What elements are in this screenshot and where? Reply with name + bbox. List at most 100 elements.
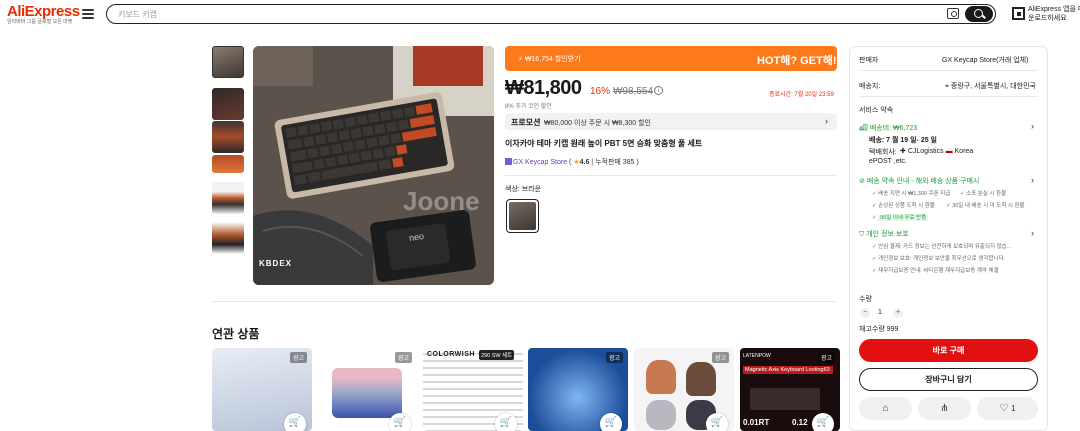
color-label: 색상: 브라운 (505, 186, 542, 193)
add-to-cart-icon[interactable]: 🛒 (706, 413, 728, 431)
image-watermark: Joone (403, 186, 480, 216)
promise-item-3: ✓ 손상된 상품 도착 시 환불 (872, 203, 935, 209)
check-shield-icon: ⊘ (859, 178, 867, 185)
quantity-increase-button[interactable]: + (893, 308, 903, 318)
card-badge: 290 SW 세트 (479, 350, 515, 360)
coupon-amount: ₩16,754 할인받기 (524, 56, 581, 63)
ship-to-label: 배송지: (859, 83, 881, 90)
app-download-link[interactable]: AliExpress 앱을 다 운로드하세요 (1028, 5, 1080, 23)
store-button[interactable]: ⌂ (859, 397, 912, 420)
hot-deal-text: HOT해? GET해! (757, 55, 837, 67)
ad-badge: 광고 (817, 352, 835, 363)
privacy-item-2: ✓ 개인정보 보호: 개인정보 보안을 최우선으로 생각합니다. (872, 256, 1006, 262)
thumbnail-1[interactable] (212, 46, 244, 78)
store-rating: 4.6 (579, 159, 590, 166)
store-info: GX Keycap Store ( ★4.6 | 누적판매 385 ) (505, 157, 639, 167)
privacy-protection[interactable]: ⛉ 개인 정보 보호 (859, 229, 909, 239)
share-button[interactable]: ⋔ (918, 397, 971, 420)
image-search-icon[interactable] (947, 8, 959, 19)
wishlist-count: 1 (1011, 404, 1016, 413)
courier-country: Korea (954, 148, 974, 155)
hamburger-menu-icon[interactable] (82, 9, 94, 19)
divider (505, 175, 837, 176)
seller-name[interactable]: GX Keycap Store(거래 업체) (942, 55, 1028, 65)
promotion-desc: ₩80,000 이상 주문 시 ₩8,300 할인 (544, 120, 651, 127)
shipping-fee-text: 배송비: ₩6,723 (869, 125, 918, 132)
heart-icon: ♡ (999, 403, 1009, 414)
ad-badge: 광고 (605, 352, 623, 363)
search-input[interactable] (106, 4, 996, 24)
quantity-value[interactable]: 1 (878, 309, 882, 316)
quantity-decrease-button[interactable]: − (860, 308, 870, 318)
discount-percent: 16% (590, 86, 611, 97)
promise-item-1: ✓ 배송 지연 시 ₩1,300 쿠폰 지급 (872, 191, 951, 197)
privacy-text-3: 재무지급보증 안내: 씨티은행 재무지급보증 계약 체결 (878, 268, 999, 274)
card-value-1: 0.01RT (743, 418, 770, 427)
courier-more: ePOST ,etc. (869, 158, 907, 165)
qr-code-icon[interactable] (1012, 7, 1025, 20)
related-card-6[interactable]: LATENPOW Magnetic Axis Keyboard Looting6… (740, 348, 840, 431)
search-placeholder: 키보드 키캡 (118, 10, 158, 19)
truck-icon: 🚚︎ (859, 125, 870, 132)
ship-to-address: 중랑구, 서울특별시, 대한민국 (950, 83, 1036, 90)
related-products-title: 연관 상품 (212, 327, 260, 341)
chevron-right-icon: › (825, 116, 828, 126)
add-to-cart-icon[interactable]: 🛒 (389, 413, 411, 431)
privacy-title: 개인 정보 보호 (866, 231, 909, 238)
service-title: 서비스 약속 (859, 107, 894, 114)
add-to-cart-icon[interactable]: 🛒 (600, 413, 622, 431)
privacy-text-1: 안심 결제: 카드 정보는 안전하게 보호되며 유출되지 않습... (878, 244, 1012, 250)
delivery-promise[interactable]: ⊘ 배송 약속 안내 - 해외 배송 상품 구매시 (859, 176, 979, 186)
ad-badge: 광고 (394, 352, 412, 363)
promise-text-3: 손상된 상품 도착 시 환불 (878, 203, 935, 209)
add-to-cart-button[interactable]: 장바구니 담기 (859, 368, 1038, 391)
original-price: ₩98,554 (613, 86, 654, 97)
main-product-image[interactable]: Joone neo KBDEX (253, 46, 494, 285)
promise-text-5: 90일 이내 무료 반품 (878, 215, 929, 221)
thumbnail-3[interactable] (212, 121, 244, 153)
ship-to-value[interactable]: ⌖ 중랑구, 서울특별시, 대한민국 (945, 81, 1036, 91)
share-icon: ⋔ (940, 403, 949, 414)
thumbnail-5[interactable] (212, 182, 244, 214)
store-link[interactable]: GX Keycap Store (513, 159, 567, 166)
buy-now-button[interactable]: 바로 구매 (859, 339, 1038, 362)
stock-count: 재고수량 999 (859, 326, 899, 333)
chevron-right-icon: › (1031, 228, 1034, 238)
related-card-2[interactable]: 광고 🛒 (317, 348, 417, 431)
related-card-5[interactable]: 광고 🛒 (634, 348, 734, 431)
color-option-brown[interactable] (506, 199, 539, 233)
promise-item-2: ✓ 소포 분실 시 환불 (960, 191, 1007, 197)
thumbnail-2[interactable] (212, 88, 244, 120)
divider (859, 70, 1038, 71)
add-to-cart-icon[interactable]: 🛒 (812, 413, 834, 431)
related-card-4[interactable]: 광고 🛒 (528, 348, 628, 431)
info-icon[interactable]: i (654, 86, 663, 95)
privacy-item-3: ✓ 재무지급보증 안내: 씨티은행 재무지급보증 계약 체결 (872, 268, 999, 274)
related-card-3[interactable]: COLORWISH 290 SW 세트 🛒 (423, 348, 523, 431)
promise-text-4: 30일 내 배송 시 미 도착 시 환불 (952, 203, 1025, 209)
divider (859, 96, 1038, 97)
wishlist-button[interactable]: ♡ 1 (977, 397, 1038, 420)
thumbnail-6[interactable] (212, 222, 244, 254)
thumbnail-4[interactable] (212, 155, 244, 173)
related-card-1[interactable]: 광고 🛒 (212, 348, 312, 431)
card-brand: LATENPOW (743, 353, 771, 359)
card-desc: Magnetic Axis Keyboard Looting63 (743, 366, 833, 374)
promise-item-5: ✓ 90일 이내 무료 반품 (872, 215, 929, 221)
chevron-right-icon: › (1031, 121, 1034, 131)
section-divider (212, 301, 837, 302)
image-neo-label: neo (408, 231, 425, 243)
image-brand: KBDEX (259, 259, 293, 268)
search-button[interactable] (965, 6, 993, 22)
delivery-promise-title: 배송 약속 안내 - 해외 배송 상품 구매시 (866, 178, 980, 185)
shipping-fee[interactable]: 🚚︎ 배송비: ₩6,723 (859, 123, 917, 133)
app-download-line1: AliExpress 앱을 다 (1028, 6, 1080, 13)
add-to-cart-icon[interactable]: 🛒 (284, 413, 306, 431)
add-to-cart-icon[interactable]: 🛒 (495, 413, 517, 431)
product-title: 이자카야 테마 키캡 원래 높이 PBT 5면 승화 맞춤형 풀 세트 (505, 139, 703, 148)
ad-badge: 광고 (711, 352, 729, 363)
privacy-text-2: 개인정보 보호: 개인정보 보안을 최우선으로 생각합니다. (878, 256, 1006, 262)
keyboard-photo-svg (253, 46, 494, 285)
logo-tagline: 알리바바 그룹 글로벌 오픈 마켓 (7, 19, 73, 25)
promise-text-2: 소포 분실 시 환불 (966, 191, 1007, 197)
